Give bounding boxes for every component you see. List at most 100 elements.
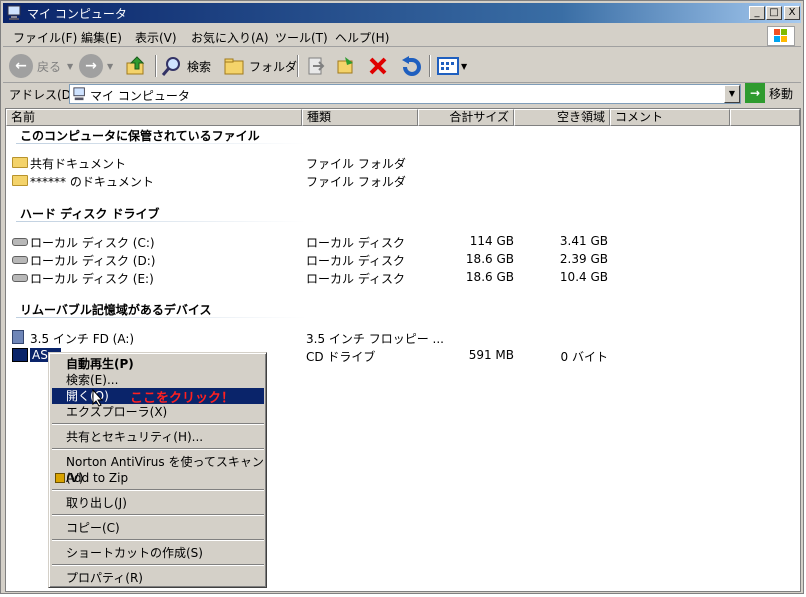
window-title: マイ コンピュータ xyxy=(27,7,127,21)
address-value: マイ コンピュータ xyxy=(90,89,190,103)
item-name: ローカル ディスク (D:) xyxy=(30,254,156,268)
mouse-cursor-icon xyxy=(92,389,104,407)
go-button[interactable]: → 移動 xyxy=(745,83,793,103)
back-label: 戻る xyxy=(37,59,62,74)
menu-explorer[interactable]: エクスプローラ(X) xyxy=(52,404,264,420)
menu-eject[interactable]: 取り出し(J) xyxy=(52,495,264,511)
menu-bar: ファイル(F) 編集(E) 表示(V) お気に入り(A) ツール(T) ヘルプ(… xyxy=(3,25,801,47)
item-total-size: 18.6 GB xyxy=(465,252,514,266)
address-bar: アドレス(D) マイ コンピュータ ▼ → 移動 xyxy=(3,83,801,105)
menu-search[interactable]: 検索(E)... xyxy=(52,372,264,388)
menu-separator xyxy=(52,514,264,516)
hard-drive-icon xyxy=(12,256,28,264)
copy-to-icon xyxy=(337,57,353,74)
column-total-size[interactable]: 合計サイズ xyxy=(418,109,514,126)
column-type[interactable]: 種類 xyxy=(302,109,418,126)
menu-norton-scan[interactable]: Norton AntiVirus を使ってスキャン(V) xyxy=(52,454,264,485)
column-free-space[interactable]: 空き領域 xyxy=(514,109,610,126)
menu-separator xyxy=(52,539,264,541)
group-divider xyxy=(16,221,306,222)
hard-drive-icon xyxy=(12,238,28,246)
forward-dropdown-icon[interactable]: ▼ xyxy=(107,62,113,71)
folder-icon xyxy=(12,157,28,168)
back-button[interactable]: ← 戻る ▼ xyxy=(9,53,73,79)
column-comment[interactable]: コメント xyxy=(610,109,730,126)
item-type: ローカル ディスク xyxy=(306,254,405,268)
column-name[interactable]: 名前 xyxy=(6,109,302,126)
list-item[interactable]: 3.5 インチ FD (A:) 3.5 インチ フロッピー ... xyxy=(12,328,792,346)
item-total-size: 18.6 GB xyxy=(465,270,514,284)
cd-drive-icon xyxy=(12,348,28,362)
move-to-button[interactable] xyxy=(305,53,327,79)
search-icon xyxy=(161,57,180,76)
toolbar-separator xyxy=(429,55,431,77)
menu-edit[interactable]: 編集(E) xyxy=(81,29,122,46)
menu-file[interactable]: ファイル(F) xyxy=(13,29,77,46)
group-divider xyxy=(16,317,306,318)
item-type: ローカル ディスク xyxy=(306,236,405,250)
menu-favorites[interactable]: お気に入り(A) xyxy=(191,29,269,46)
item-type: ローカル ディスク xyxy=(306,272,405,286)
windows-logo-icon xyxy=(767,26,795,46)
maximize-button[interactable]: □ xyxy=(766,6,782,20)
list-header: 名前 種類 合計サイズ 空き領域 コメント xyxy=(6,109,802,126)
group-header: リムーバブル記憶域があるデバイス xyxy=(20,303,212,317)
search-button[interactable]: 検索 xyxy=(161,53,211,79)
item-free-space: 0 バイト xyxy=(560,350,608,364)
folders-label: フォルダ xyxy=(249,59,298,74)
item-free-space: 10.4 GB xyxy=(559,270,608,284)
zip-icon xyxy=(55,473,65,483)
address-input[interactable]: マイ コンピュータ ▼ xyxy=(69,84,741,104)
item-total-size: 591 MB xyxy=(468,348,514,362)
menu-copy[interactable]: コピー(C) xyxy=(52,520,264,536)
list-item[interactable]: 共有ドキュメント ファイル フォルダ xyxy=(12,153,792,171)
title-bar[interactable]: マイ コンピュータ _ □ X xyxy=(3,3,801,23)
menu-autoplay[interactable]: 自動再生(P) xyxy=(52,356,264,372)
back-arrow-icon: ← xyxy=(9,54,33,78)
toolbar-separator xyxy=(297,55,299,77)
item-type: ファイル フォルダ xyxy=(306,175,406,189)
menu-help[interactable]: ヘルプ(H) xyxy=(335,29,389,46)
list-item[interactable]: ****** のドキュメント ファイル フォルダ xyxy=(12,171,792,189)
menu-properties[interactable]: プロパティ(R) xyxy=(52,570,264,586)
item-free-space: 3.41 GB xyxy=(559,234,608,248)
close-button[interactable]: X xyxy=(784,6,800,20)
up-folder-button[interactable] xyxy=(125,53,147,79)
item-type: 3.5 インチ フロッピー ... xyxy=(306,332,444,346)
copy-to-button[interactable] xyxy=(335,53,357,79)
menu-add-to-zip[interactable]: Add to Zip xyxy=(52,470,264,486)
group-header: このコンピュータに保管されているファイル xyxy=(20,129,260,143)
item-name: 共有ドキュメント xyxy=(30,157,127,171)
back-dropdown-icon[interactable]: ▼ xyxy=(67,62,73,71)
go-arrow-icon: → xyxy=(745,83,765,103)
item-name: ****** のドキュメント xyxy=(30,175,154,189)
list-item[interactable]: ローカル ディスク (D:) ローカル ディスク 18.6 GB 2.39 GB xyxy=(12,250,792,268)
menu-tools[interactable]: ツール(T) xyxy=(275,29,328,46)
my-computer-icon xyxy=(73,87,85,101)
click-here-annotation: ここをクリック！ xyxy=(130,391,235,406)
menu-create-shortcut[interactable]: ショートカットの作成(S) xyxy=(52,545,264,561)
views-dropdown-icon[interactable]: ▼ xyxy=(461,62,467,71)
up-folder-icon xyxy=(126,56,145,75)
item-type: ファイル フォルダ xyxy=(306,157,406,171)
menu-separator xyxy=(52,423,264,425)
my-computer-icon xyxy=(7,5,21,20)
address-dropdown-icon[interactable]: ▼ xyxy=(724,85,740,103)
toolbar: ← 戻る ▼ → ▼ 検索 フォルダ ▼ xyxy=(3,49,801,83)
menu-sharing-security[interactable]: 共有とセキュリティ(H)... xyxy=(52,429,264,445)
menu-separator xyxy=(52,448,264,450)
item-name: ローカル ディスク (E:) xyxy=(30,272,154,286)
group-header: ハード ディスク ドライブ xyxy=(20,207,160,221)
list-item[interactable]: ローカル ディスク (C:) ローカル ディスク 114 GB 3.41 GB xyxy=(12,232,792,250)
list-item[interactable]: ローカル ディスク (E:) ローカル ディスク 18.6 GB 10.4 GB xyxy=(12,268,792,286)
undo-button[interactable] xyxy=(399,53,421,79)
folders-button[interactable]: フォルダ xyxy=(223,53,297,79)
views-button[interactable]: ▼ xyxy=(437,53,467,79)
menu-view[interactable]: 表示(V) xyxy=(135,29,177,46)
floppy-drive-icon xyxy=(12,330,24,344)
go-label: 移動 xyxy=(769,86,794,101)
delete-button[interactable] xyxy=(367,53,389,79)
column-filler xyxy=(730,109,800,126)
forward-button[interactable]: → ▼ xyxy=(79,53,113,79)
minimize-button[interactable]: _ xyxy=(749,6,765,20)
